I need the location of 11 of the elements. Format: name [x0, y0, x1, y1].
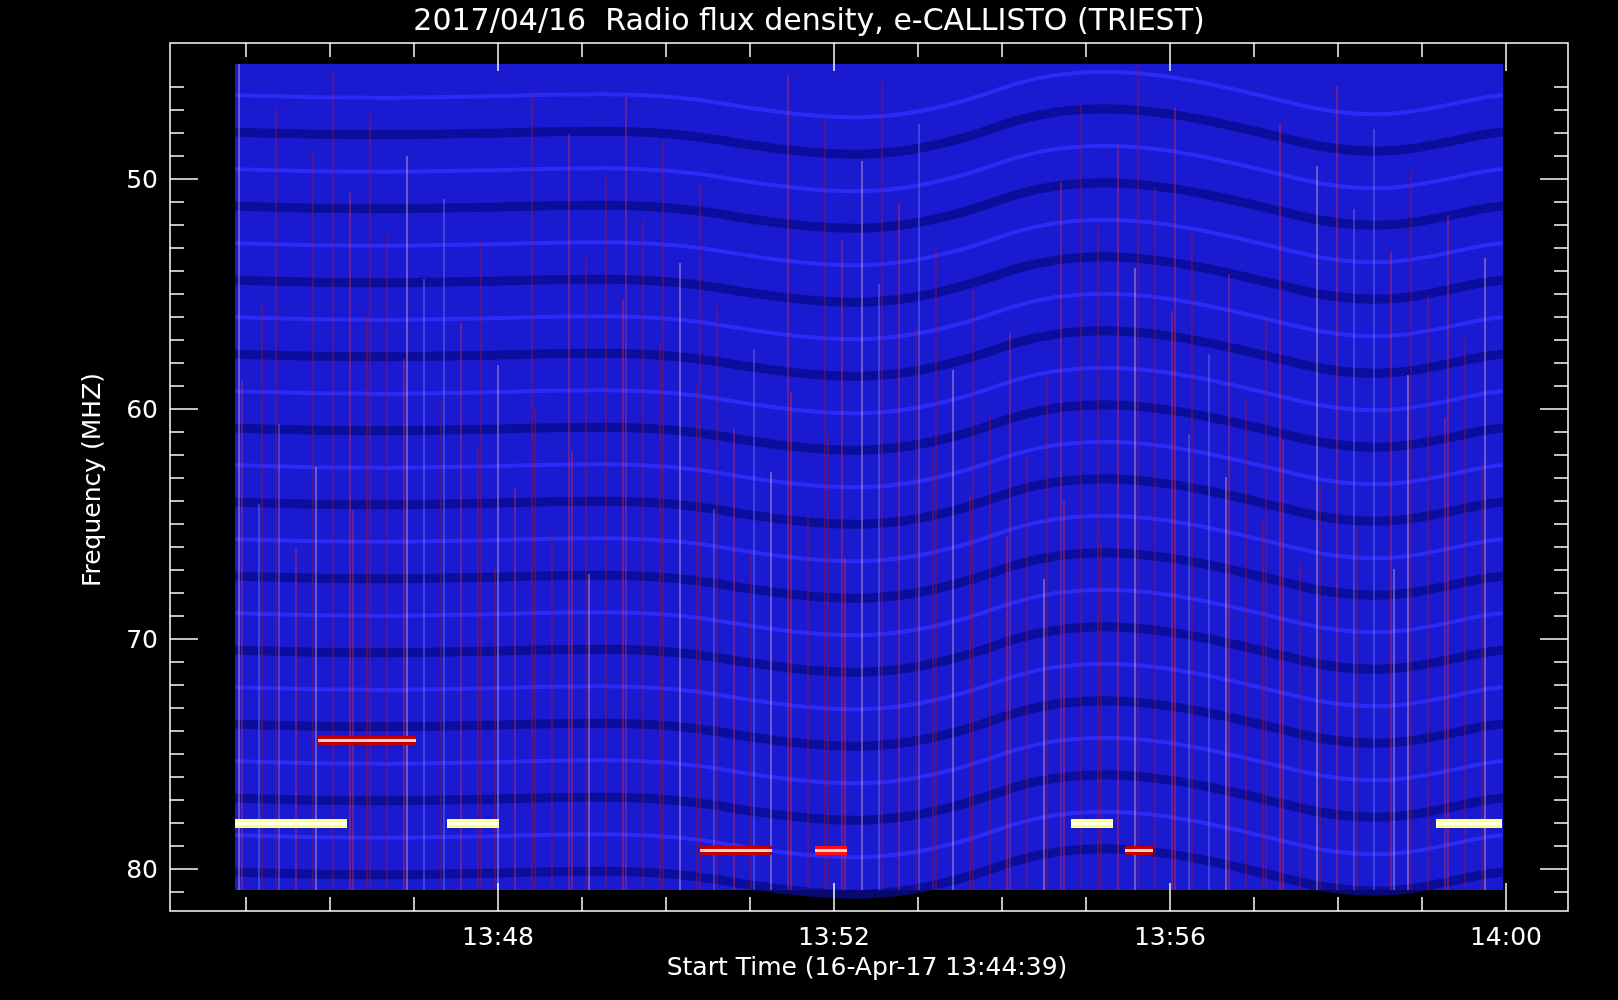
y-tick-label: 50 [126, 165, 158, 194]
x-axis-label: Start Time (16-Apr-17 13:44:39) [666, 952, 1068, 981]
y-axis-label: Frequency (MHZ) [77, 372, 106, 588]
x-tick-label: 13:52 [798, 922, 870, 951]
y-tick-label: 80 [126, 855, 158, 884]
x-tick-label: 14:00 [1470, 922, 1542, 951]
chart-title: 2017/04/16 Radio flux density, e-CALLISTO (TRIEST) [413, 2, 1205, 37]
y-tick-label: 70 [126, 625, 158, 654]
x-tick-label: 13:56 [1134, 922, 1206, 951]
x-tick-label: 13:48 [462, 922, 534, 951]
y-tick-label: 60 [126, 395, 158, 424]
